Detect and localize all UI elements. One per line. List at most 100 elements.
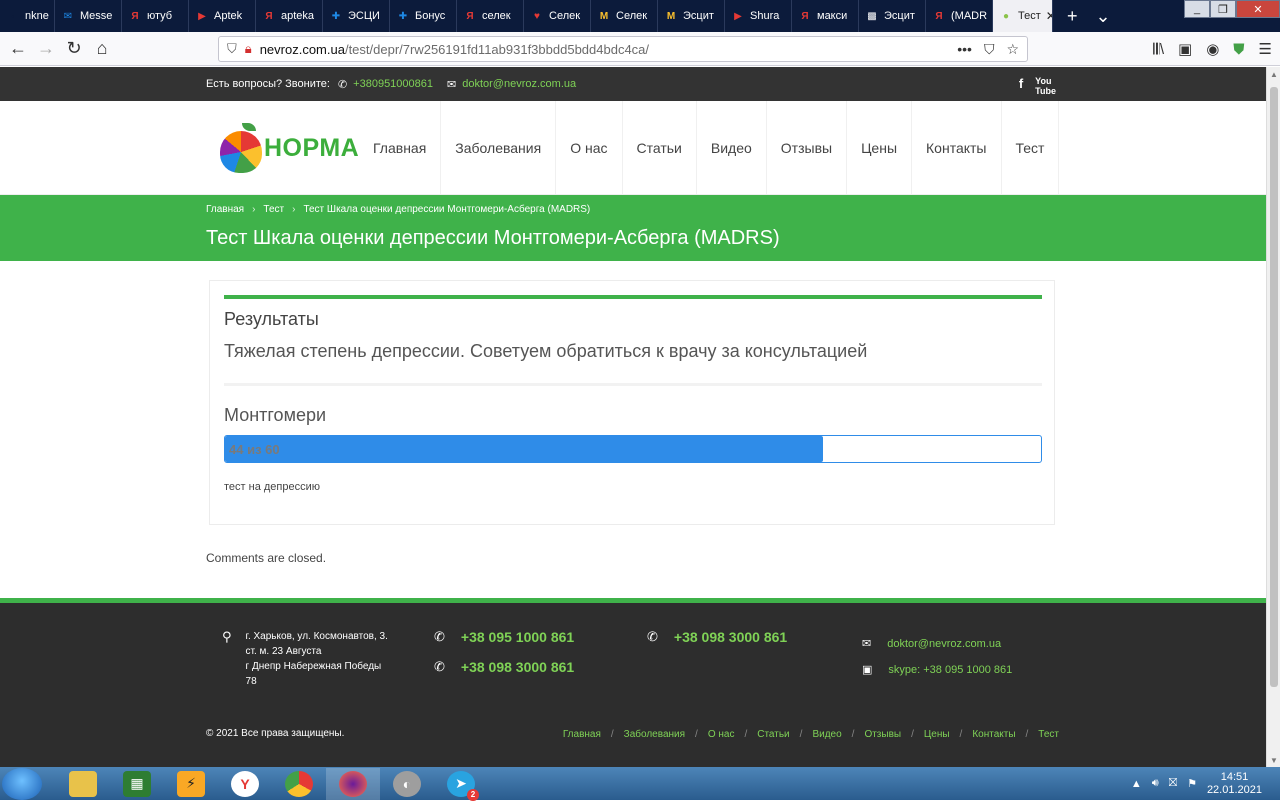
taskbar-app-monitor[interactable]: ▦ xyxy=(110,768,164,800)
yandex-icon: Я xyxy=(466,10,474,22)
browser-tab[interactable]: M Селек xyxy=(591,0,658,32)
youtube-icon: ▶ xyxy=(198,10,206,22)
home-icon[interactable]: ⌂ xyxy=(88,35,116,63)
footer-phone-link[interactable]: +38 098 3000 861 xyxy=(674,629,787,645)
tray-expand-icon[interactable]: ▲ xyxy=(1131,778,1142,790)
breadcrumb-home[interactable]: Главная xyxy=(206,204,244,215)
copyright: © 2021 Все права защищены. xyxy=(206,728,345,739)
window-close-button[interactable]: ✕ xyxy=(1236,0,1280,18)
youtube-icon[interactable]: You Tube xyxy=(1035,76,1056,96)
taskbar-app-disk[interactable]: ◐ xyxy=(380,768,434,800)
footer-nav-video[interactable]: Видео xyxy=(812,729,841,740)
footer-email-link[interactable]: doktor@nevroz.com.ua xyxy=(887,638,1001,650)
footer-phone-link[interactable]: +38 098 3000 861 xyxy=(461,659,574,675)
scroll-down-icon[interactable]: ▼ xyxy=(1267,753,1280,767)
back-icon[interactable]: ← xyxy=(4,35,32,63)
bookmark-star-icon[interactable]: ☆ xyxy=(1006,41,1019,58)
network-icon[interactable]: ⛝ xyxy=(1169,777,1177,790)
plus-icon: ✚ xyxy=(331,10,341,22)
browser-tab[interactable]: Яютуб xyxy=(122,0,189,32)
browser-tab[interactable]: ▩ Эсцит xyxy=(859,0,926,32)
reload-icon[interactable]: ↻ xyxy=(60,35,88,63)
browser-tab[interactable]: M Эсцит xyxy=(658,0,725,32)
browser-tab[interactable]: Яapteka xyxy=(256,0,323,32)
browser-tab-label: Тест xyxy=(1018,10,1041,22)
clock[interactable]: 14:51 22.01.2021 xyxy=(1207,771,1262,797)
footer-nav-diseases[interactable]: Заболевания xyxy=(624,729,685,740)
browser-toolbar: ← → ↻ ⌂ ⛉ 🔒︎ nevroz.com.ua/test/depr/7rw… xyxy=(0,32,1280,66)
nav-item-reviews[interactable]: Отзывы xyxy=(767,101,848,194)
taskbar-app-winamp[interactable]: ⚡ xyxy=(164,768,218,800)
pocket-icon[interactable]: ⛉ xyxy=(984,41,995,58)
shield-icon[interactable]: ⛉ xyxy=(227,41,237,57)
browser-tab[interactable]: ✚ Бонус xyxy=(390,0,457,32)
page-scrollbar[interactable]: ▲ ▼ xyxy=(1266,67,1280,767)
browser-tab[interactable]: ♥ Селек xyxy=(524,0,591,32)
browser-tab[interactable]: ▶ Shura xyxy=(725,0,792,32)
insecure-lock-icon[interactable]: 🔒︎ xyxy=(245,41,252,57)
adblock-shield-icon[interactable]: ⛊ xyxy=(1233,41,1244,58)
browser-tab[interactable]: Яселек xyxy=(457,0,524,32)
taskbar-yandex-browser[interactable]: Y xyxy=(218,768,272,800)
nav-item-diseases[interactable]: Заболевания xyxy=(441,101,557,194)
browser-tab-label: селек xyxy=(482,10,511,22)
tab-list-icon[interactable]: ⌄ xyxy=(1096,6,1111,27)
breadcrumb-test[interactable]: Тест xyxy=(263,204,284,215)
new-tab-icon[interactable]: + xyxy=(1067,6,1078,27)
footer-nav-about[interactable]: О нас xyxy=(708,729,735,740)
breadcrumb: Главная › Тест › Тест Шкала оценки депре… xyxy=(206,204,590,215)
scrollbar-thumb[interactable] xyxy=(1270,87,1278,687)
account-icon[interactable]: ◉ xyxy=(1206,40,1219,58)
browser-tab[interactable]: ✉ Messe xyxy=(55,0,122,32)
nav-item-prices[interactable]: Цены xyxy=(847,101,913,194)
taskbar-chrome[interactable] xyxy=(272,768,326,800)
results-heading: Результаты xyxy=(224,309,319,329)
footer-nav-articles[interactable]: Статьи xyxy=(757,729,789,740)
scroll-up-icon[interactable]: ▲ xyxy=(1267,67,1280,81)
footer-skype-link[interactable]: skype: +38 095 1000 861 xyxy=(888,664,1012,676)
footer-nav-contacts[interactable]: Контакты xyxy=(972,729,1015,740)
footer-nav-home[interactable]: Главная xyxy=(563,729,601,740)
volume-icon[interactable]: 🔊︎ xyxy=(1152,777,1159,790)
tab-close-icon[interactable]: ✕ xyxy=(1046,9,1052,23)
browser-tab[interactable]: Я (MADR xyxy=(926,0,993,32)
browser-tab-label: макси xyxy=(817,10,848,22)
taskbar-firefox[interactable] xyxy=(326,767,380,800)
address-bar[interactable]: ⛉ 🔒︎ nevroz.com.ua/test/depr/7rw256191fd… xyxy=(218,36,1028,62)
site-logo[interactable]: НОРМА xyxy=(220,123,359,173)
browser-tab[interactable]: ‹ nkne xyxy=(0,0,55,32)
facebook-icon[interactable]: f xyxy=(1019,76,1023,96)
nav-item-about[interactable]: О нас xyxy=(556,101,623,194)
browser-tab[interactable]: ● Тест ✕ xyxy=(993,0,1053,32)
library-icon[interactable]: 𝄃𝄃\ xyxy=(1153,41,1164,58)
nav-item-test[interactable]: Тест xyxy=(1002,101,1060,194)
start-button[interactable] xyxy=(2,767,42,800)
sidebar-icon[interactable]: ▣ xyxy=(1178,40,1192,58)
site-topbar: Есть вопросы? Звоните: ✆ +380951000861 ✉… xyxy=(0,67,1266,101)
topbar-email-link[interactable]: doktor@nevroz.com.ua xyxy=(462,78,576,90)
flag-icon[interactable]: ⚑ xyxy=(1187,777,1197,790)
topbar-phone-link[interactable]: +380951000861 xyxy=(353,78,433,90)
browser-tab[interactable]: ✚ ЭСЦИ xyxy=(323,0,390,32)
footer-nav-prices[interactable]: Цены xyxy=(924,729,950,740)
footer-address: ⚲ г. Харьков, ул. Космонавтов, 3. ст. м.… xyxy=(222,629,396,689)
mail-icon: ✉ xyxy=(447,78,457,91)
taskbar-telegram[interactable]: ➤ 2 xyxy=(434,768,488,801)
minimize-button[interactable]: _ xyxy=(1184,0,1210,18)
footer-nav-reviews[interactable]: Отзывы xyxy=(864,729,901,740)
nav-item-video[interactable]: Видео xyxy=(697,101,767,194)
page-actions-icon[interactable]: ••• xyxy=(957,41,972,58)
taskbar-explorer[interactable] xyxy=(56,768,110,800)
browser-tab[interactable]: ▶ Aptek xyxy=(189,0,256,32)
nav-item-articles[interactable]: Статьи xyxy=(623,101,697,194)
nav-item-contacts[interactable]: Контакты xyxy=(912,101,1002,194)
clock-date: 22.01.2021 xyxy=(1206,783,1262,796)
restore-button[interactable]: ❐ xyxy=(1210,0,1236,18)
forward-icon[interactable]: → xyxy=(32,35,60,63)
footer-phone-link[interactable]: +38 095 1000 861 xyxy=(461,629,574,645)
footer-nav-test[interactable]: Тест xyxy=(1038,729,1059,740)
title-banner: Главная › Тест › Тест Шкала оценки депре… xyxy=(0,195,1266,261)
browser-tab[interactable]: Ямакси xyxy=(792,0,859,32)
nav-item-home[interactable]: Главная xyxy=(359,101,442,194)
menu-icon[interactable]: ☰ xyxy=(1259,40,1272,58)
